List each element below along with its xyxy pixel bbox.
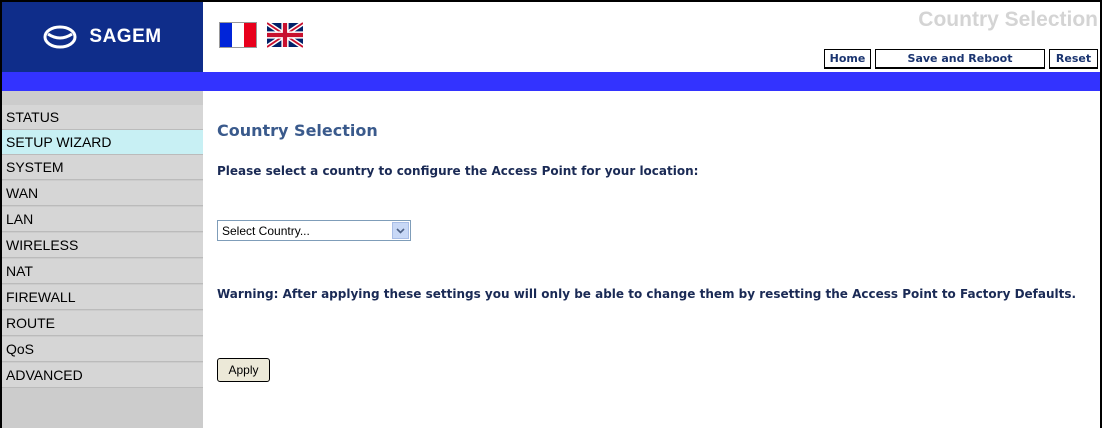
sidebar-item-lan[interactable]: LAN [2, 207, 203, 232]
country-prompt: Please select a country to configure the… [217, 164, 699, 178]
sidebar-item-advanced[interactable]: ADVANCED [2, 363, 203, 388]
sidebar-item-firewall[interactable]: FIREWALL [2, 285, 203, 310]
france-flag-icon[interactable] [219, 22, 257, 48]
sidebar-item-qos[interactable]: QoS [2, 337, 203, 362]
apply-button[interactable]: Apply [217, 358, 270, 382]
sagem-logo-icon [43, 25, 77, 49]
sidebar: STATUS SETUP WIZARD SYSTEM WAN LAN WIREL… [2, 91, 203, 428]
warning-text: Warning: After applying these settings y… [217, 287, 1077, 301]
sidebar-item-nat[interactable]: NAT [2, 259, 203, 284]
country-select-value: Select Country... [222, 223, 310, 238]
brand-logo: SAGEM [43, 25, 161, 49]
page-heading: Country Selection [918, 8, 1098, 31]
save-and-reboot-button[interactable]: Save and Reboot [875, 49, 1045, 69]
sidebar-item-system[interactable]: SYSTEM [2, 155, 203, 180]
brand-name: SAGEM [89, 26, 162, 47]
header: Country Selection Home Save and Reboot R… [203, 2, 1100, 72]
chevron-down-icon[interactable] [392, 222, 409, 239]
reset-button[interactable]: Reset [1049, 49, 1098, 69]
sidebar-item-route[interactable]: ROUTE [2, 311, 203, 336]
logo-panel: SAGEM [2, 2, 203, 72]
sidebar-item-setup-wizard[interactable]: SETUP WIZARD [2, 130, 203, 155]
country-select[interactable]: Select Country... [217, 220, 411, 241]
sidebar-item-wan[interactable]: WAN [2, 181, 203, 206]
content-title: Country Selection [217, 121, 378, 140]
sidebar-item-wireless[interactable]: WIRELESS [2, 233, 203, 258]
header-divider-bar [2, 72, 1100, 91]
home-button[interactable]: Home [824, 49, 871, 69]
uk-flag-icon[interactable] [267, 21, 303, 49]
sidebar-item-status[interactable]: STATUS [2, 105, 203, 130]
top-nav: Home Save and Reboot Reset [820, 49, 1098, 69]
